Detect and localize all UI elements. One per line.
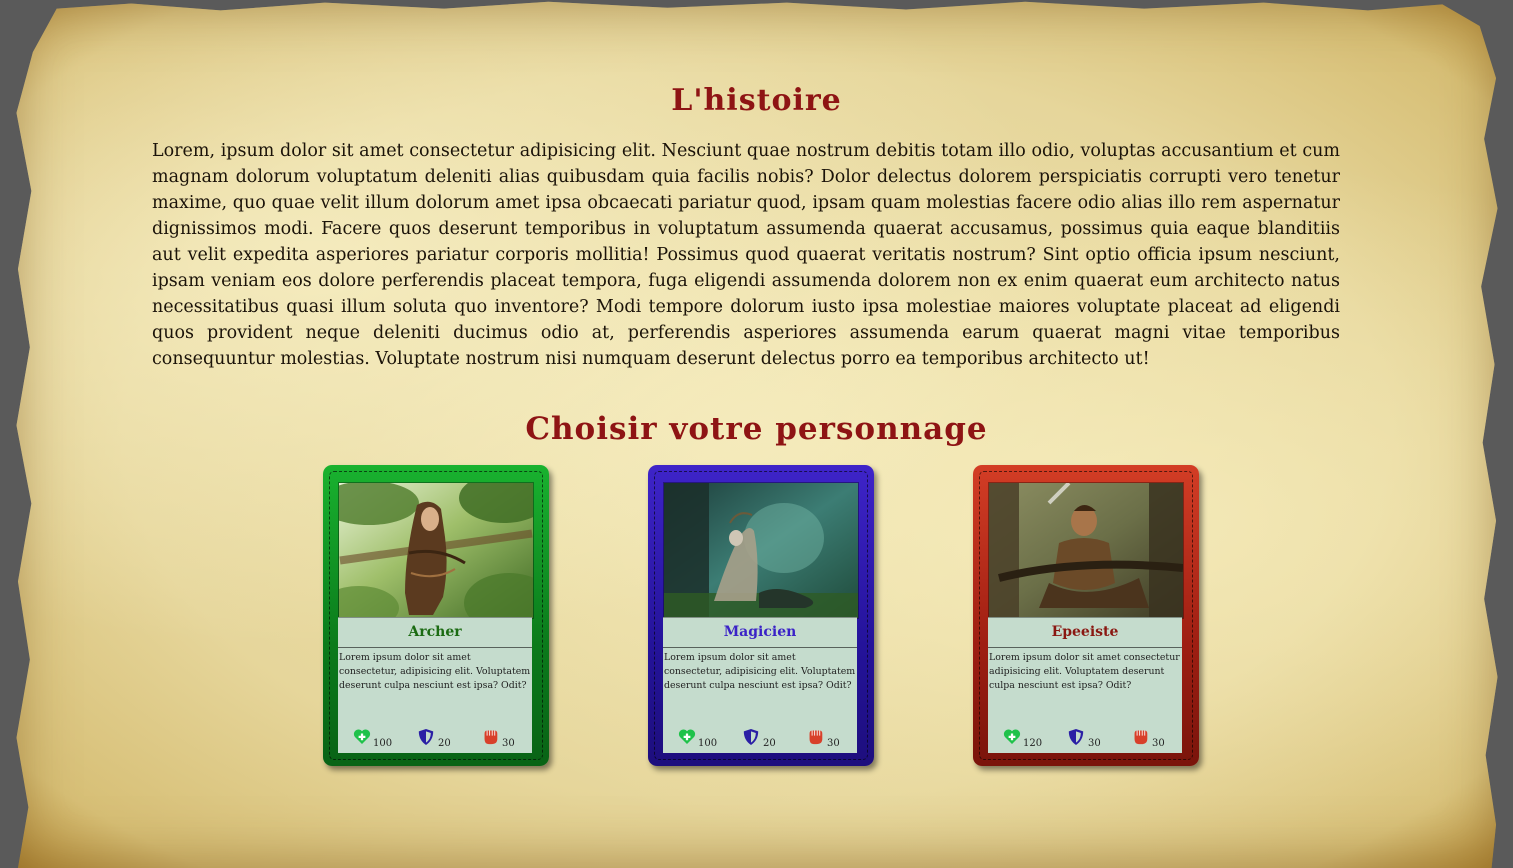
card-stats: 120 30 30 [988, 728, 1182, 750]
fist-icon [809, 730, 823, 745]
card-name: Archer [338, 617, 532, 648]
card-info-panel: Archer Lorem ipsum dolor sit amet consec… [338, 617, 532, 753]
fist-icon [484, 730, 498, 745]
card-info-panel: Epeeiste Lorem ipsum dolor sit amet cons… [988, 617, 1182, 753]
choose-character-title: Choisir votre personnage [525, 411, 988, 447]
shield-icon [418, 729, 434, 745]
card-description: Lorem ipsum dolor sit amet consectetur, … [664, 652, 856, 691]
defense-value: 30 [1088, 738, 1101, 749]
attack-value: 30 [502, 738, 515, 749]
card-info-panel: Magicien Lorem ipsum dolor sit amet cons… [663, 617, 857, 753]
defense-value: 20 [438, 738, 451, 749]
heart-plus-icon [1003, 729, 1021, 744]
card-name: Magicien [663, 617, 857, 648]
attack-value: 30 [827, 738, 840, 749]
archer-portrait [338, 482, 534, 619]
health-value: 100 [698, 738, 718, 749]
story-text: Lorem, ipsum dolor sit amet consectetur … [152, 141, 1340, 369]
heart-plus-icon [678, 729, 696, 744]
character-card-magicien[interactable]: Magicien Lorem ipsum dolor sit amet cons… [648, 465, 874, 766]
story-title: L'histoire [671, 83, 842, 118]
shield-icon [743, 729, 759, 745]
epeeiste-portrait [988, 482, 1184, 619]
card-stats: 100 20 30 [338, 728, 532, 750]
card-name: Epeeiste [988, 617, 1182, 648]
page-content: L'histoire Lorem, ipsum dolor sit amet c… [0, 0, 1513, 868]
character-card-epeeiste[interactable]: Epeeiste Lorem ipsum dolor sit amet cons… [973, 465, 1199, 766]
character-card-archer[interactable]: Archer Lorem ipsum dolor sit amet consec… [323, 465, 549, 766]
attack-value: 30 [1152, 738, 1165, 749]
heart-plus-icon [353, 729, 371, 744]
health-value: 120 [1023, 738, 1043, 749]
magicien-portrait [663, 482, 859, 619]
card-stats: 100 20 30 [663, 728, 857, 750]
fist-icon [1134, 730, 1148, 745]
defense-value: 20 [763, 738, 776, 749]
card-description: Lorem ipsum dolor sit amet consectetur a… [989, 652, 1180, 691]
health-value: 100 [373, 738, 393, 749]
shield-icon [1068, 729, 1084, 745]
card-description: Lorem ipsum dolor sit amet consectetur, … [339, 652, 531, 691]
